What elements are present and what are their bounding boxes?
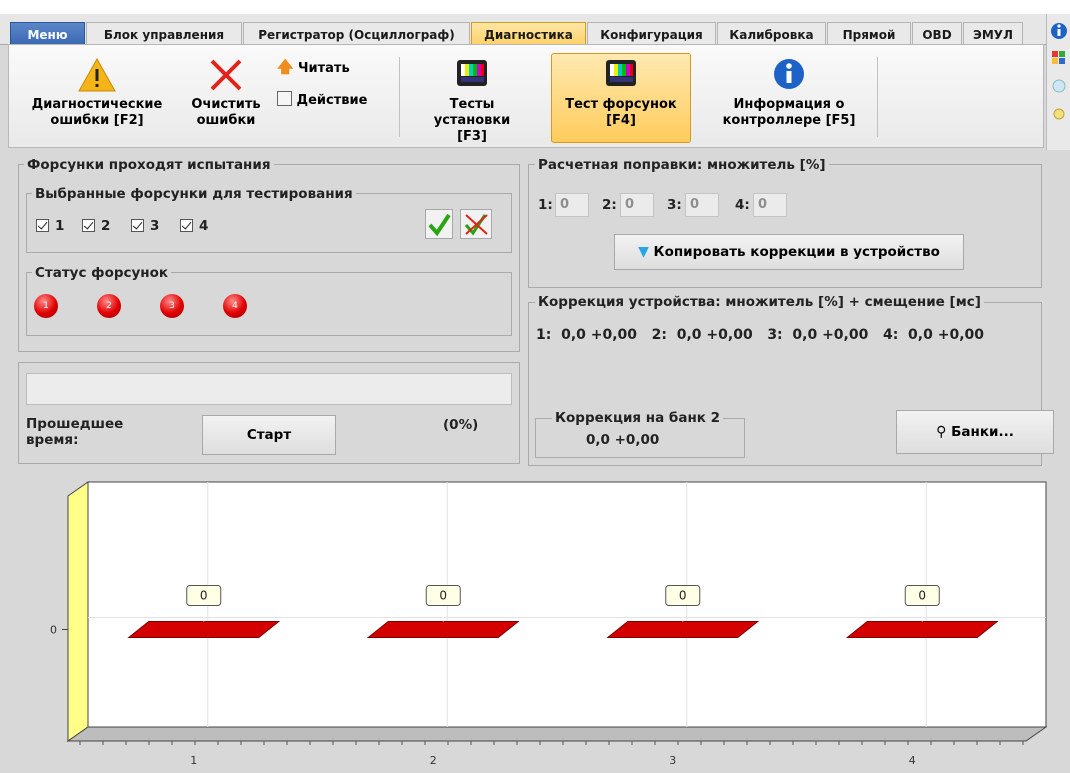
select-all-button[interactable] <box>425 209 453 239</box>
ribbon: Диагностические ошибки [F2] Очистить оши… <box>8 44 1044 148</box>
injector-checkbox-4[interactable] <box>180 219 193 232</box>
diag-errors-button[interactable]: Диагностические ошибки [F2] <box>15 53 179 143</box>
chart-area: 0 0 1 0 2 0 3 0 4 <box>0 472 1070 769</box>
window-top-strip: ​ <box>0 0 1070 14</box>
chart-bar <box>606 621 760 638</box>
ribbon-separator <box>877 57 878 137</box>
action-button[interactable]: Действие <box>277 91 397 113</box>
injector-test-label: Тест форсунок [F4] <box>565 97 677 128</box>
injector-checkbox-label: 4 <box>199 218 209 234</box>
progress-bar <box>26 373 512 405</box>
calc-field-4[interactable]: 0 <box>753 193 787 217</box>
banks-label: Банки... <box>951 424 1014 440</box>
injector-checkbox-label: 2 <box>101 218 111 234</box>
chart-x-tick-label: 4 <box>909 754 916 767</box>
injector-checkbox-2[interactable] <box>82 219 95 232</box>
chart-data-label: 0 <box>918 589 926 603</box>
read-label: Читать <box>297 61 350 76</box>
calc-field-label-4: 4: <box>735 197 750 213</box>
uncheck-icon <box>464 214 488 236</box>
device-correction-values: 1: 0,0 +0,00 2: 0,0 +0,00 3: 0,0 +0,00 4… <box>536 327 985 343</box>
chart-y-tick-label: 0 <box>50 624 57 637</box>
calc-corrections-title: Расчетная поправки: множитель [%] <box>535 157 829 173</box>
injector-checkbox-label: 3 <box>150 218 160 234</box>
injector-status-led-1: 1 <box>34 294 58 318</box>
progress-percent: (0%) <box>443 417 479 433</box>
chart-x-tick-label: 2 <box>430 754 437 767</box>
bank2-title: Коррекция на банк 2 <box>552 410 724 426</box>
ribbon-separator <box>399 57 400 137</box>
copy-corrections-button[interactable]: ▼ Копировать коррекции в устройство <box>614 234 964 270</box>
right-toolbar <box>1046 14 1070 150</box>
wrench-icon: ⚲ <box>936 424 947 440</box>
action-label: Действие <box>296 93 368 108</box>
chart-data-label: 0 <box>679 589 687 603</box>
chart-bar <box>845 621 999 638</box>
injector-status-led-4: 4 <box>223 294 247 318</box>
up-arrow-icon: 🡅 <box>277 57 294 76</box>
injector-test-chart: 0 0 1 0 2 0 3 0 4 <box>50 481 1048 767</box>
calc-field-label-2: 2: <box>602 197 617 213</box>
injector-status-led-2: 2 <box>97 294 121 318</box>
chart-plot-area <box>87 481 1047 728</box>
warning-icon <box>78 57 116 92</box>
chart-data-label: 0 <box>200 589 208 603</box>
green-check-icon <box>428 213 451 237</box>
sun-icon[interactable] <box>1053 108 1065 120</box>
chart-x-tick-label: 3 <box>669 754 676 767</box>
install-tests-button[interactable]: Тесты установки [F3] <box>411 53 533 144</box>
controller-info-label: Информация о контроллере [F5] <box>722 97 856 128</box>
tab-bar: Меню Блок управления Регистратор (Осцилл… <box>0 14 1046 51</box>
info-icon[interactable] <box>1051 23 1067 39</box>
read-button[interactable]: 🡅 Читать <box>277 59 387 81</box>
chart-bar <box>366 621 520 638</box>
network-icon[interactable] <box>1052 79 1066 93</box>
selected-injectors-title: Выбранные форсунки для тестирования <box>32 186 356 202</box>
chart-x-tick-label: 1 <box>190 754 197 767</box>
start-button[interactable]: Старт <box>202 415 336 455</box>
double-down-arrow-icon: ▼ <box>638 244 649 260</box>
deselect-all-button[interactable] <box>460 209 492 239</box>
chart-data-label: 0 <box>439 589 447 603</box>
right-toolbar-icons <box>1051 23 1067 120</box>
chart-floor <box>66 726 1048 742</box>
install-tests-label: Тесты установки [F3] <box>433 97 511 144</box>
calc-field-label-1: 1: <box>538 197 553 213</box>
calc-field-label-3: 3: <box>667 197 682 213</box>
copy-corrections-label: Копировать коррекции в устройство <box>653 244 940 260</box>
red-x-icon <box>210 59 242 91</box>
tv-test-icon <box>457 60 487 86</box>
calc-field-1[interactable]: 0 <box>555 193 589 217</box>
calc-field-3[interactable]: 0 <box>685 193 719 217</box>
chart-bar <box>127 621 281 638</box>
clear-errors-label: Очистить ошибки <box>191 97 261 128</box>
calc-field-2[interactable]: 0 <box>620 193 654 217</box>
clear-errors-button[interactable]: Очистить ошибки <box>181 53 271 143</box>
elapsed-time-label: Прошедшее время: <box>26 416 124 448</box>
controller-info-button[interactable]: Информация о контроллере [F5] <box>709 53 869 143</box>
info-icon <box>774 59 804 89</box>
banks-button[interactable]: ⚲ Банки... <box>896 410 1054 454</box>
chart-side-wall <box>67 481 89 742</box>
injector-status-led-3: 3 <box>160 294 184 318</box>
injector-checkbox-label: 1 <box>55 218 65 234</box>
list-icon <box>277 91 292 106</box>
injector-checkbox-3[interactable] <box>131 219 144 232</box>
palette-icon[interactable] <box>1052 51 1065 64</box>
diag-errors-label: Диагностические ошибки [F2] <box>31 97 163 128</box>
tv-test-icon <box>606 60 636 86</box>
injectors-group-title: Форсунки проходят испытания <box>24 157 274 173</box>
device-correction-title: Коррекция устройства: множитель [%] + см… <box>535 294 984 310</box>
bank2-value: 0,0 +0,00 <box>586 432 660 448</box>
injector-status-title: Статус форсунок <box>32 265 172 281</box>
injector-checkbox-1[interactable] <box>36 219 49 232</box>
injector-test-button[interactable]: Тест форсунок [F4] <box>551 53 691 143</box>
